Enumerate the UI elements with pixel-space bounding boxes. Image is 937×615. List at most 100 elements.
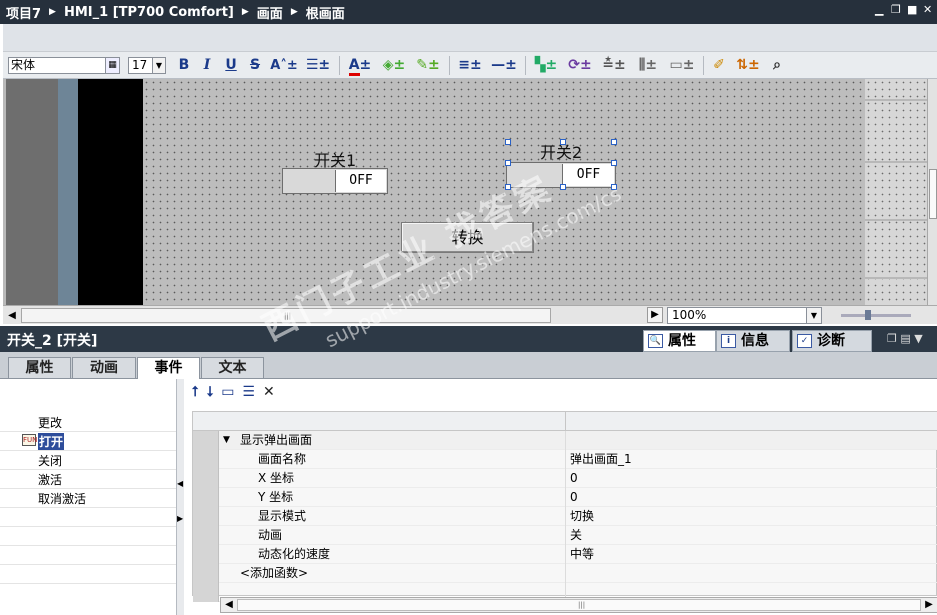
- subtab-texts[interactable]: 文本: [201, 357, 264, 379]
- zoom-window-icon[interactable]: ⌕: [767, 56, 787, 75]
- selection-handle[interactable]: [560, 184, 566, 190]
- align-icon[interactable]: ≛±: [599, 56, 629, 75]
- selection-handle[interactable]: [611, 160, 617, 166]
- editor-header-bar: [3, 24, 937, 52]
- event-item-close[interactable]: 关闭: [38, 452, 62, 469]
- subtab-animations[interactable]: 动画: [72, 357, 136, 379]
- maximize-icon[interactable]: ■: [907, 4, 917, 16]
- strikethrough-button[interactable]: S: [247, 56, 263, 75]
- selection-handle[interactable]: [560, 139, 566, 145]
- selection-handle[interactable]: [611, 184, 617, 190]
- x-icon[interactable]: ✕: [263, 384, 275, 404]
- zoom-slider[interactable]: [841, 310, 911, 320]
- function-list-scrollbar[interactable]: ◀ ||| ▶: [220, 597, 937, 613]
- switch1-object[interactable]: OFF: [282, 168, 388, 194]
- add-function-row[interactable]: <添加函数>: [193, 564, 937, 583]
- breadcrumb-screens[interactable]: 画面: [257, 3, 283, 22]
- param-value[interactable]: 0: [570, 469, 578, 487]
- table-row[interactable]: Y 坐标 0: [193, 488, 937, 507]
- breadcrumb-root-screen[interactable]: 根画面: [306, 3, 345, 22]
- param-value[interactable]: 关: [570, 526, 582, 544]
- scroll-thumb[interactable]: [929, 169, 937, 219]
- event-item-open[interactable]: 打开: [38, 433, 65, 450]
- table-row[interactable]: 画面名称 弹出画面_1: [193, 450, 937, 469]
- restore-icon[interactable]: ❐: [891, 4, 901, 16]
- zoom-slider-knob[interactable]: [865, 310, 871, 320]
- arrange-icon[interactable]: ▚±: [531, 56, 561, 75]
- screen-editor-canvas[interactable]: 开关1 OFF 开关2 OFF 转换: [3, 79, 937, 305]
- table-row[interactable]: 动画 关: [193, 526, 937, 545]
- scroll-right-icon[interactable]: ▶: [647, 307, 663, 323]
- fill-color-icon[interactable]: ◈±: [379, 56, 409, 75]
- collapse-left-icon[interactable]: ◀: [177, 479, 183, 488]
- zoom-select[interactable]: 100% ▼: [667, 307, 822, 324]
- italic-button[interactable]: I: [199, 56, 215, 75]
- param-value[interactable]: 切换: [570, 507, 594, 525]
- event-item-change[interactable]: 更改: [38, 414, 62, 431]
- param-value[interactable]: 0: [570, 488, 578, 506]
- arrow-down-icon[interactable]: ⭣: [207, 384, 214, 404]
- event-item-activate[interactable]: 激活: [38, 471, 62, 488]
- selection-handle[interactable]: [505, 160, 511, 166]
- subtab-events[interactable]: 事件: [137, 357, 200, 380]
- scroll-left-icon[interactable]: ◀: [222, 598, 236, 612]
- expand-triangle-icon[interactable]: ▼: [223, 431, 230, 449]
- panel-controls-icon[interactable]: ❐ ▤ ▼: [887, 332, 923, 345]
- subtab-properties[interactable]: 属性: [8, 357, 71, 379]
- line-width-icon[interactable]: ≡±: [455, 56, 485, 75]
- font-grow-icon[interactable]: A˄±: [269, 56, 299, 75]
- panel-splitter[interactable]: ◀ ▶: [176, 379, 184, 615]
- selection-handle[interactable]: [505, 184, 511, 190]
- table-row[interactable]: 显示模式 切换: [193, 507, 937, 526]
- line-color-icon[interactable]: ✎±: [413, 56, 443, 75]
- same-size-icon[interactable]: ▭±: [667, 56, 697, 75]
- canvas-vertical-scrollbar[interactable]: [927, 79, 937, 305]
- bold-button[interactable]: B: [176, 56, 192, 75]
- table-row[interactable]: X 坐标 0: [193, 469, 937, 488]
- switch2-state: OFF: [562, 164, 614, 186]
- param-value[interactable]: 中等: [570, 545, 594, 563]
- event-item-deactivate[interactable]: 取消激活: [38, 490, 86, 507]
- scroll-left-icon[interactable]: ◀: [5, 308, 19, 323]
- breadcrumb-separator-icon: ▶: [241, 7, 249, 17]
- row-header: [193, 526, 219, 545]
- chevron-down-icon[interactable]: ▼: [806, 308, 821, 323]
- distribute-icon[interactable]: ⫼±: [633, 56, 663, 75]
- screen-grid[interactable]: [143, 79, 865, 305]
- tab-diagnostics[interactable]: ✓ 诊断: [792, 330, 872, 352]
- line-style-icon[interactable]: —±: [489, 56, 519, 75]
- close-icon[interactable]: ✕: [923, 4, 933, 16]
- selection-handle[interactable]: [611, 139, 617, 145]
- scroll-right-icon[interactable]: ▶: [922, 598, 936, 612]
- font-color-icon[interactable]: A±: [345, 56, 375, 76]
- add-function-link[interactable]: <添加函数>: [240, 564, 308, 582]
- table-row[interactable]: 动态化的速度 中等: [193, 545, 937, 564]
- param-name: 显示模式: [258, 509, 307, 523]
- arrow-up-icon[interactable]: ⭡: [192, 384, 199, 404]
- param-name: 动态化的速度: [258, 547, 331, 561]
- layer-icon[interactable]: ⇅±: [733, 56, 763, 75]
- convert-button[interactable]: 转换: [401, 222, 534, 253]
- scroll-track[interactable]: |||: [237, 599, 921, 611]
- rotate-icon[interactable]: ⟳±: [565, 56, 595, 75]
- minimize-icon[interactable]: ▁: [875, 4, 885, 16]
- breadcrumb-device[interactable]: HMI_1 [TP700 Comfort]: [64, 5, 234, 20]
- font-size-select[interactable]: 17 ▼: [128, 57, 166, 74]
- tab-properties[interactable]: 🔍 属性: [643, 330, 716, 352]
- chevron-down-icon[interactable]: ▼: [152, 58, 165, 73]
- function-group-row[interactable]: ▼ 显示弹出画面: [193, 431, 937, 450]
- breadcrumb-project[interactable]: 项目7: [6, 3, 41, 22]
- selection-handle[interactable]: [505, 139, 511, 145]
- format-painter-icon[interactable]: ✐: [709, 56, 729, 75]
- param-value[interactable]: 弹出画面_1: [570, 450, 632, 468]
- column-divider: [565, 526, 566, 545]
- list-icon[interactable]: ☰: [242, 384, 255, 404]
- tab-info[interactable]: i 信息: [716, 330, 790, 352]
- underline-button[interactable]: U: [223, 56, 239, 75]
- font-name-select[interactable]: 宋体 ▦: [8, 57, 120, 74]
- expand-right-icon[interactable]: ▶: [177, 514, 183, 523]
- text-align-icon[interactable]: ☰±: [303, 56, 333, 75]
- folder-icon[interactable]: ▭: [221, 384, 234, 404]
- font-picker-icon[interactable]: ▦: [105, 58, 119, 73]
- canvas-horizontal-scrollbar[interactable]: |||: [21, 308, 551, 323]
